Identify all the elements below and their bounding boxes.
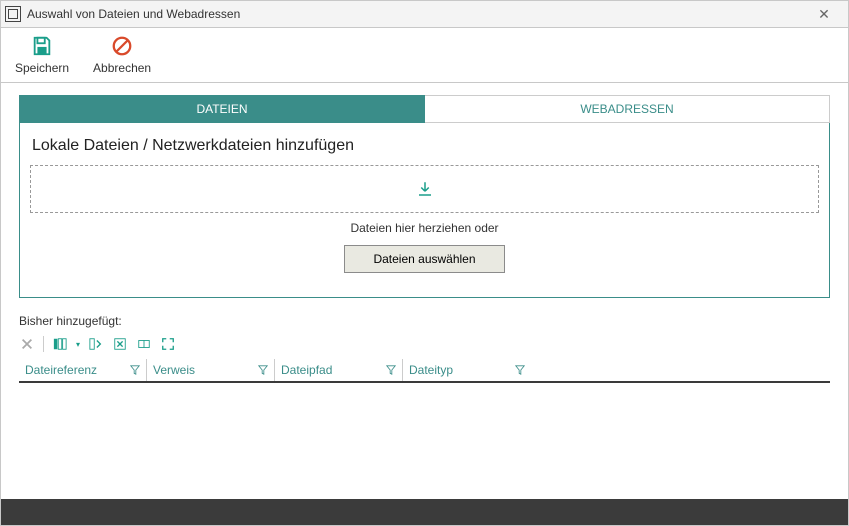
content-area: DATEIEN WEBADRESSEN Lokale Dateien / Net… (0, 82, 849, 499)
freeze-column-icon[interactable] (88, 336, 104, 352)
column-label: Dateityp (409, 363, 453, 377)
delete-row-icon[interactable] (19, 336, 35, 352)
fullscreen-icon[interactable] (160, 336, 176, 352)
grid-toolbar: ▾ (19, 332, 830, 357)
columns-icon[interactable] (52, 336, 68, 352)
export-excel-icon[interactable] (112, 336, 128, 352)
title-bar: Auswahl von Dateien und Webadressen ✕ (0, 0, 849, 28)
column-header-dateipfad[interactable]: Dateipfad (275, 359, 403, 381)
status-bar (0, 499, 849, 526)
save-button[interactable]: Speichern (15, 35, 69, 75)
filter-icon[interactable] (386, 365, 396, 375)
column-header-dateityp[interactable]: Dateityp (403, 359, 531, 381)
tab-files[interactable]: DATEIEN (19, 95, 425, 123)
file-dropzone[interactable] (30, 165, 819, 213)
choose-files-button[interactable]: Dateien auswählen (344, 245, 504, 273)
close-button[interactable]: ✕ (804, 6, 844, 23)
files-panel: Lokale Dateien / Netzwerkdateien hinzufü… (19, 123, 830, 298)
cancel-button[interactable]: Abbrechen (93, 35, 151, 75)
filter-icon[interactable] (130, 365, 140, 375)
panel-title: Lokale Dateien / Netzwerkdateien hinzufü… (32, 137, 817, 155)
separator (43, 336, 44, 352)
save-label: Speichern (15, 61, 69, 75)
column-label: Dateipfad (281, 363, 332, 377)
main-toolbar: Speichern Abbrechen (0, 28, 849, 82)
cancel-label: Abbrechen (93, 61, 151, 75)
drop-hint: Dateien hier herziehen oder (30, 221, 819, 235)
column-header-dateireferenz[interactable]: Dateireferenz (19, 359, 147, 381)
tab-strip: DATEIEN WEBADRESSEN (19, 95, 830, 123)
column-label: Verweis (153, 363, 195, 377)
grid-body-empty (1, 383, 848, 499)
filter-icon[interactable] (515, 365, 525, 375)
dropdown-caret-icon[interactable]: ▾ (76, 340, 80, 349)
added-so-far-label: Bisher hinzugefügt: (19, 314, 830, 328)
save-icon (31, 35, 53, 57)
tab-webaddresses[interactable]: WEBADRESSEN (425, 95, 830, 123)
column-label: Dateireferenz (25, 363, 97, 377)
column-header-verweis[interactable]: Verweis (147, 359, 275, 381)
window-title: Auswahl von Dateien und Webadressen (27, 7, 804, 21)
filter-icon[interactable] (258, 365, 268, 375)
download-icon (416, 180, 434, 198)
grid-header: Dateireferenz Verweis Dateipfad Dateityp (19, 359, 830, 383)
autofit-icon[interactable] (136, 336, 152, 352)
cancel-icon (111, 35, 133, 57)
app-icon (5, 6, 21, 22)
